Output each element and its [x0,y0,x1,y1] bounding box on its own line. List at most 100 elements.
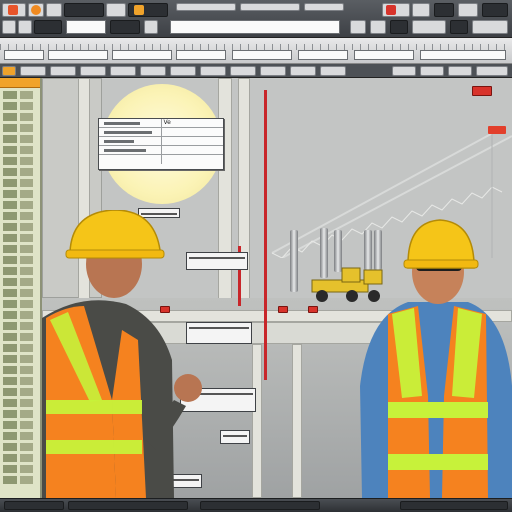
layer-list-item[interactable] [3,344,37,352]
tab-2[interactable] [20,66,46,76]
layer-list-item[interactable] [3,102,37,110]
data-table-dialog[interactable]: Ve [98,118,224,170]
tab-15[interactable] [448,66,472,76]
marker-2[interactable] [308,306,318,313]
tab-3[interactable] [50,66,76,76]
toolbar-button-16[interactable] [390,20,408,34]
layer-list-item[interactable] [3,311,37,319]
layer-list-item[interactable] [3,289,37,297]
layer-list-item[interactable] [3,146,37,154]
layer-list-item[interactable] [3,322,37,330]
tab-12[interactable] [320,66,346,76]
toolbar-button-14[interactable] [144,20,158,34]
file-icon[interactable] [134,5,144,15]
status-bar [0,498,512,512]
tab-8[interactable] [200,66,226,76]
layer-list-item[interactable] [3,135,37,143]
layer-list-item[interactable] [3,300,37,308]
layer-list-item[interactable] [3,377,37,385]
layer-list-item[interactable] [3,124,37,132]
layer-list-item[interactable] [3,245,37,253]
layer-list-item[interactable] [3,190,37,198]
tab-5[interactable] [110,66,136,76]
layer-list-item[interactable] [3,366,37,374]
table-cell [162,137,224,145]
layer-list-item[interactable] [3,465,37,473]
layer-list-item[interactable] [3,223,37,231]
status-segment-4 [400,501,508,510]
toolbar-strip-3 [304,3,344,11]
viewport[interactable]: Ve [42,78,512,498]
ribbon-field-6[interactable] [298,50,348,60]
app-window: Ve [0,0,512,512]
grid-icon[interactable] [370,20,386,34]
toolbar-button-3[interactable] [46,3,62,17]
tab-6[interactable] [140,66,166,76]
toolbar-button-18[interactable] [450,20,468,34]
table-cell [162,155,224,164]
ribbon-bar [0,38,512,64]
ribbon-field-2[interactable] [48,50,108,60]
layer-list-item[interactable] [3,91,37,99]
tab-13[interactable] [392,66,416,76]
layer-list-item[interactable] [3,388,37,396]
layer-list-item[interactable] [3,113,37,121]
ribbon-field-5[interactable] [232,50,292,60]
crane-marker-icon[interactable] [472,86,492,96]
toolbar-button-12[interactable] [34,20,62,34]
layer-list-item[interactable] [3,476,37,484]
layer-list-item[interactable] [3,454,37,462]
layer-list-item[interactable] [3,432,37,440]
tab-10[interactable] [260,66,286,76]
tab-4[interactable] [80,66,106,76]
status-segment-2 [68,501,188,510]
toolbar-field-1[interactable] [66,20,106,34]
gear-icon[interactable] [31,5,41,15]
worker-right [360,219,512,498]
toolbar-button-7[interactable] [434,3,454,17]
layer-list-item[interactable] [3,278,37,286]
toolbar-button-19[interactable] [472,20,508,34]
table-cell [99,119,162,127]
ribbon-field-7[interactable] [354,50,414,60]
tab-11[interactable] [290,66,316,76]
toolbar-button-11[interactable] [18,20,32,34]
toolbar-button-10[interactable] [2,20,16,34]
ribbon-field-4[interactable] [176,50,226,60]
toolbar-button-15[interactable] [350,20,366,34]
layer-list-item[interactable] [3,234,37,242]
callout-tag-5[interactable] [220,430,250,444]
layer-list-item[interactable] [3,201,37,209]
record-icon[interactable] [386,5,396,15]
toolbar-button-8[interactable] [458,3,478,17]
marker-1[interactable] [278,306,288,313]
layer-list-item[interactable] [3,355,37,363]
layer-list-item[interactable] [3,399,37,407]
tab-active[interactable] [2,66,16,76]
ribbon-field-8[interactable] [420,50,506,60]
ribbon-field-3[interactable] [112,50,172,60]
ribbon-field-1[interactable] [4,50,44,60]
toolbar-button-17[interactable] [412,20,446,34]
toolbar-button-13[interactable] [110,20,140,34]
tab-7[interactable] [170,66,196,76]
layer-list-item[interactable] [3,333,37,341]
tab-14[interactable] [420,66,444,76]
layer-list-item[interactable] [3,168,37,176]
layer-list-item[interactable] [3,443,37,451]
layer-list-item[interactable] [3,179,37,187]
settings-icon[interactable] [412,3,430,17]
layer-list-item[interactable] [3,410,37,418]
layer-list-item[interactable] [3,212,37,220]
layer-list-item[interactable] [3,421,37,429]
toolbar-field-2[interactable] [170,20,340,34]
layer-list-item[interactable] [3,267,37,275]
toolbar-button-9[interactable] [482,3,508,17]
toolbar-button-4[interactable] [64,3,104,17]
layer-list-item[interactable] [3,256,37,264]
layer-list-item[interactable] [3,157,37,165]
tab-9[interactable] [230,66,256,76]
camera-icon[interactable] [106,3,126,17]
tab-16[interactable] [476,66,508,76]
table-cell [162,128,224,136]
